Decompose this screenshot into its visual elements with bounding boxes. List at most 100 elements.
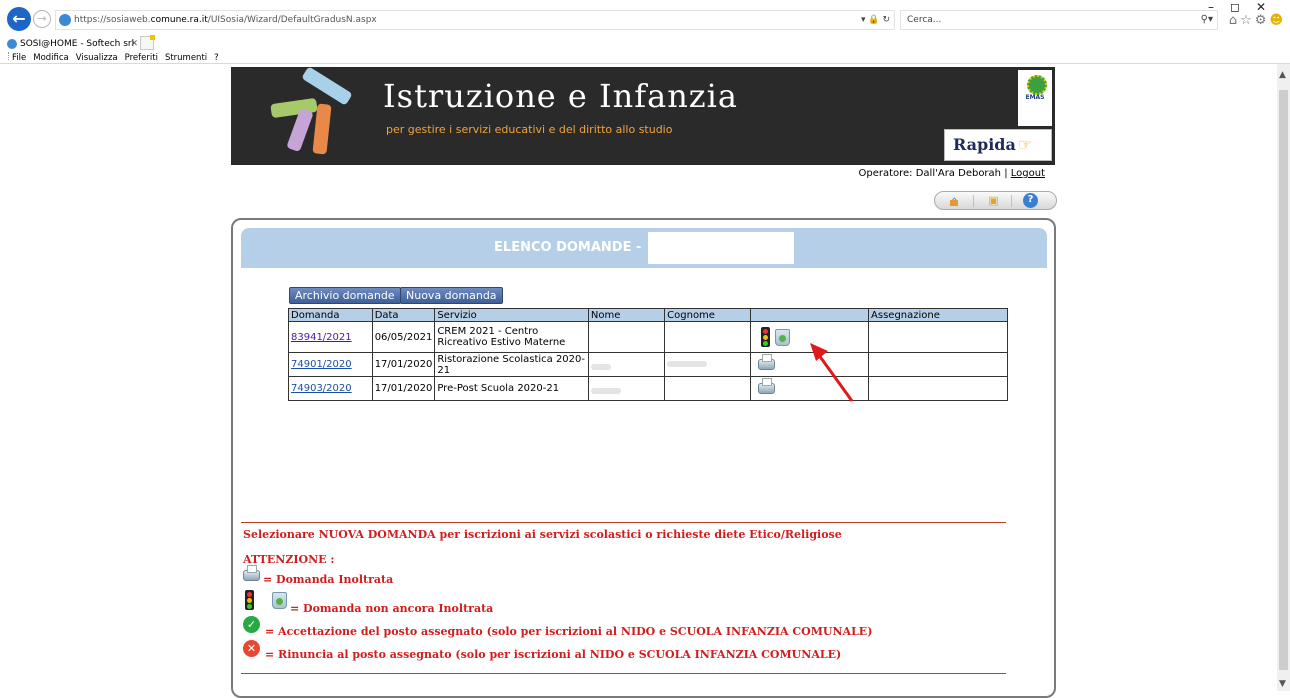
url-domain: comune.ra.it [150,15,208,25]
divider [241,522,1006,523]
gear-icon[interactable]: ⚙ [1255,13,1270,28]
cell-servizio: CREM 2021 - Centro Ricreativo Estivo Mat… [434,321,589,353]
cell-actions [749,321,870,353]
logout-link[interactable]: Logout [1011,168,1045,179]
cell-cognome [664,321,751,353]
legend-non-inoltrata: = Domanda non ancora Inoltrata [290,602,494,615]
rapida-text: Rapida [953,135,1016,154]
cell-assegnazione [868,321,1008,353]
back-icon[interactable]: ← [7,7,31,31]
column-header: Cognome [664,308,751,322]
legend-inoltrata: = Domanda Inoltrata [243,573,393,586]
home-browser-icon[interactable]: ⌂ [1229,13,1240,28]
new-application-button[interactable]: Nuova domanda [400,287,503,304]
help-icon[interactable]: ? [1023,193,1038,208]
banner-subtitle: per gestire i servizi educativi e del di… [386,123,673,136]
tab-title: SOSI@HOME - Softech srl [20,39,135,49]
traffic-light-icon [245,590,254,610]
cell-data: 17/01/2020 [371,352,436,377]
menu-bar: File Modifica Visualizza Preferiti Strumenti… [0,52,226,64]
printer-icon[interactable] [757,377,775,394]
search-placeholder: Cerca... [907,15,942,25]
column-header: Data [371,308,436,322]
new-tab-button[interactable] [140,35,155,50]
site-banner: Istruzione e Infanzia per gestire i serv… [231,67,1055,165]
cell-domanda: 74903/2020 [288,376,373,401]
cell-nome [587,321,666,353]
page-title: ELENCO DOMANDE - [494,240,646,255]
banner-title: Istruzione e Infanzia [383,77,738,115]
window-controls[interactable]: –◻✕ [1208,0,1282,14]
toolbar-divider [1011,195,1012,207]
scroll-down-icon[interactable]: ▼ [1279,679,1286,689]
browser-chrome: ← → https://sosiaweb.comune.ra.it/UISosi… [0,0,1290,64]
cell-cognome [664,376,751,401]
printer-icon[interactable] [757,353,775,370]
scroll-up-icon[interactable]: ▲ [1279,70,1286,80]
browser-toolbar-icons[interactable]: ⌂☆⚙☻ [1229,13,1286,28]
folder-icon[interactable]: ▣ [986,194,1001,208]
toolbar-divider [973,195,974,207]
column-header: Assegnazione [868,308,1008,322]
menu-strumenti[interactable]: Strumenti [165,53,207,63]
smiley-icon[interactable]: ☻ [1269,13,1286,28]
redacted-text [667,361,708,367]
scroll-thumb[interactable] [1279,90,1288,670]
forward-icon[interactable]: → [33,10,51,28]
cell-domanda: 74901/2020 [288,352,373,377]
archive-button[interactable]: Archivio domande [289,287,401,304]
tab-site-icon [7,39,17,49]
browser-tab[interactable]: SOSI@HOME - Softech srl ✕ [6,37,138,52]
application-link[interactable]: 74903/2020 [291,383,352,394]
cell-servizio: Ristorazione Scolastica 2020-21 [434,352,589,377]
cell-data: 06/05/2021 [371,321,436,353]
cell-domanda: 83941/2021 [288,321,373,353]
panel-header: ELENCO DOMANDE - [241,228,1047,268]
legend-intro: Selezionare NUOVA DOMANDA per iscrizioni… [243,528,842,541]
menu-file[interactable]: File [12,53,26,63]
cell-servizio: Pre-Post Scuola 2020-21 [434,376,589,401]
menu-visualizza[interactable]: Visualizza [76,53,118,63]
rapida-logo: Rapida ☞ [944,129,1052,161]
column-header: Servizio [434,308,589,322]
cell-nome [587,352,666,377]
application-link[interactable]: 83941/2021 [291,332,352,343]
home-icon[interactable]: ⌂ [947,194,962,208]
menu-preferiti[interactable]: Preferiti [125,53,158,63]
close-icon[interactable]: ✕ [130,37,138,51]
cell-assegnazione [868,376,1008,401]
trash-icon [272,592,287,609]
application-link[interactable]: 74901/2020 [291,359,352,370]
menu-modifica[interactable]: Modifica [33,53,69,63]
vertical-scrollbar[interactable]: ▲ ▼ [1277,64,1290,691]
cell-actions [749,352,870,377]
cell-actions [749,376,870,401]
traffic-light-icon [760,327,770,347]
hand-icon: ☞ [1017,135,1033,154]
cell-nome [587,376,666,401]
cell-data: 17/01/2020 [371,376,436,401]
favorites-icon[interactable]: ☆ [1240,13,1255,28]
cell-assegnazione [868,352,1008,377]
url-prefix: https://sosiaweb. [74,15,151,25]
address-tools-icon[interactable]: ▾ 🔒 ↻ [861,11,890,29]
table-header-row: Domanda Data Servizio Nome Cognome Asseg… [288,308,1008,322]
operator-name: Operatore: Dall'Ara Deborah [858,168,1002,179]
cell-cognome [664,352,751,377]
column-header [749,308,870,322]
redacted-text [590,364,611,370]
applications-table: Domanda Data Servizio Nome Cognome Asseg… [288,308,1008,401]
legend-rinuncia: = Rinuncia al posto assegnato (solo per … [265,648,842,661]
address-bar[interactable]: https://sosiaweb.comune.ra.it/UISosia/Wi… [55,10,895,30]
trash-icon[interactable] [774,328,790,346]
operator-info: Operatore: Dall'Ara Deborah | Logout [858,168,1045,179]
menu-help[interactable]: ? [214,53,219,63]
column-header: Domanda [288,308,373,322]
divider [241,673,1006,674]
column-header: Nome [587,308,666,322]
site-icon [59,14,71,26]
check-icon: ✓ [243,616,260,633]
search-input[interactable]: Cerca... ⚲▾ [900,10,1218,30]
table-row: 74901/2020 17/01/2020 Ristorazione Scola… [288,352,1008,377]
redacted-name [647,231,794,264]
